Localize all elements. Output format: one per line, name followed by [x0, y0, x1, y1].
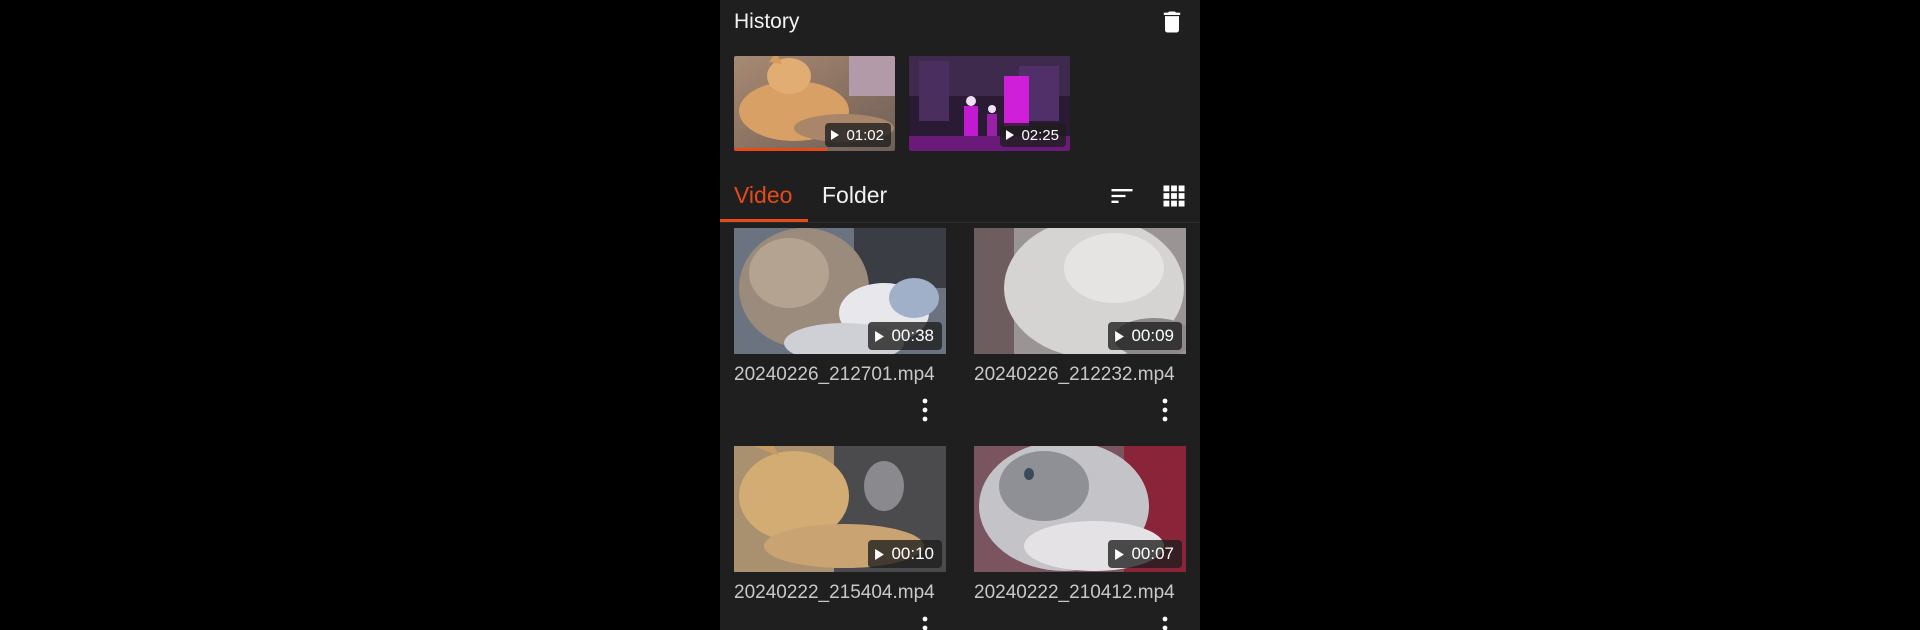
play-icon — [1115, 548, 1125, 560]
tab-bar: Video Folder — [720, 170, 1200, 223]
video-thumbnail[interactable]: 00:38 — [734, 228, 946, 354]
duration-badge: 00:10 — [868, 540, 942, 568]
duration-badge: 00:09 — [1108, 322, 1182, 350]
video-thumbnail[interactable]: 00:09 — [974, 228, 1186, 354]
duration-text: 00:07 — [1131, 544, 1174, 563]
play-icon — [831, 130, 840, 140]
video-filename: 20240226_212701.mp4 — [734, 364, 935, 385]
app-screen: History 01:02 02:25 Video Folder 00:38 2… — [720, 0, 1200, 630]
tab-divider — [720, 222, 1200, 223]
duration-text: 00:38 — [891, 326, 934, 345]
history-title: History — [734, 10, 800, 33]
more-vert-icon[interactable] — [915, 396, 935, 424]
history-thumbnail-2[interactable]: 02:25 — [909, 56, 1070, 151]
play-icon — [875, 330, 885, 342]
video-filename: 20240222_210412.mp4 — [974, 582, 1175, 603]
video-filename: 20240226_212232.mp4 — [974, 364, 1175, 385]
tab-folder[interactable]: Folder — [822, 180, 887, 210]
video-thumbnail[interactable]: 00:10 — [734, 446, 946, 572]
play-icon — [875, 548, 885, 560]
duration-badge: 02:25 — [1000, 123, 1066, 147]
duration-badge: 00:07 — [1108, 540, 1182, 568]
duration-text: 02:25 — [1021, 126, 1059, 144]
video-filename: 20240222_215404.mp4 — [734, 582, 935, 603]
watch-progress-bar — [734, 148, 828, 151]
sort-icon[interactable] — [1108, 182, 1136, 210]
more-vert-icon[interactable] — [915, 614, 935, 630]
duration-text: 01:02 — [846, 126, 884, 144]
play-icon — [1006, 130, 1015, 140]
trash-icon[interactable] — [1158, 8, 1186, 36]
history-header: History — [734, 8, 1186, 36]
duration-badge: 00:38 — [868, 322, 942, 350]
duration-text: 00:09 — [1131, 326, 1174, 345]
duration-badge: 01:02 — [825, 123, 891, 147]
video-thumbnail[interactable]: 00:07 — [974, 446, 1186, 572]
more-vert-icon[interactable] — [1155, 396, 1175, 424]
tab-video[interactable]: Video — [734, 180, 792, 210]
play-icon — [1115, 330, 1125, 342]
grid-view-icon[interactable] — [1160, 182, 1188, 210]
history-thumbnail-1[interactable]: 01:02 — [734, 56, 895, 151]
more-vert-icon[interactable] — [1155, 614, 1175, 630]
duration-text: 00:10 — [891, 544, 934, 563]
